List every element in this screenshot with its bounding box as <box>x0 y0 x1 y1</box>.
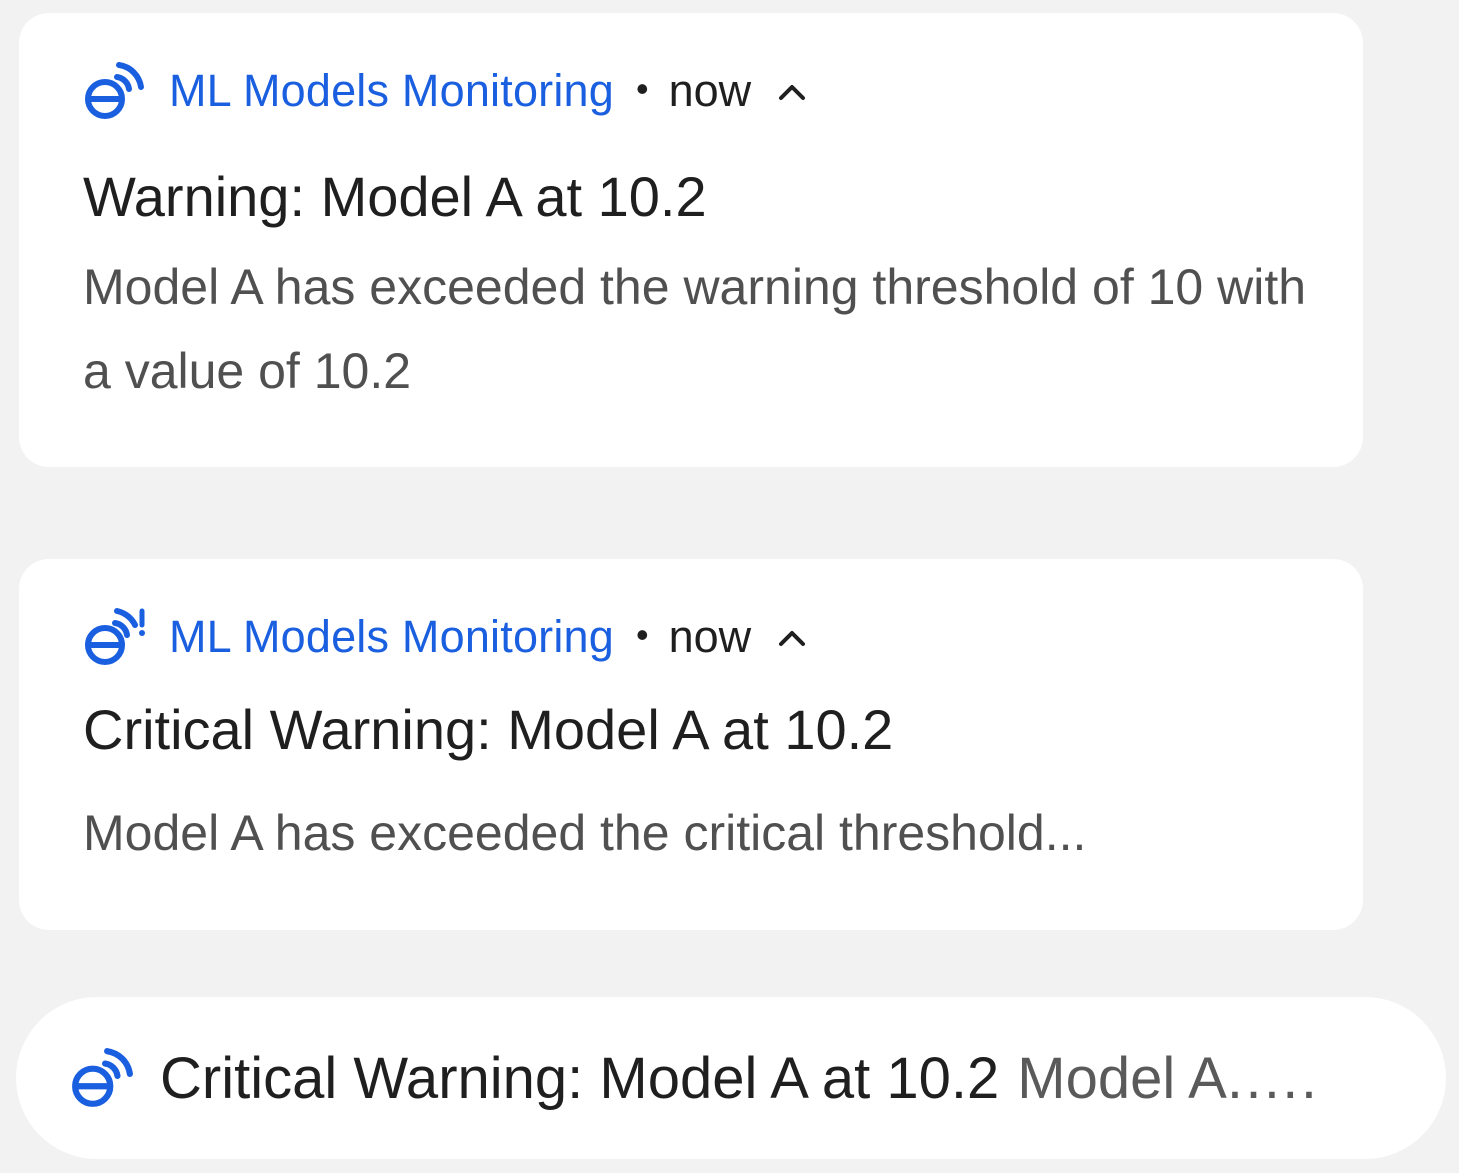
notification-body: Model A has exceeded the warning thresho… <box>83 259 1307 399</box>
monitoring-signal-icon <box>70 1047 134 1109</box>
chevron-up-icon[interactable] <box>777 77 807 107</box>
notification-card-critical[interactable]: ML Models Monitoring • now Critical Warn… <box>19 559 1363 930</box>
notification-header: ML Models Monitoring • now <box>83 607 807 667</box>
header-separator: • <box>636 614 649 655</box>
chevron-up-icon[interactable] <box>777 623 807 653</box>
monitoring-signal-icon <box>83 61 145 121</box>
notification-time: now <box>668 611 752 662</box>
collapsed-notification[interactable]: Critical Warning: Model A at 10.2 Model … <box>16 997 1446 1159</box>
notification-title: Critical Warning: Model A at 10.2 <box>83 698 894 761</box>
collapsed-notification-body: Model A.…. <box>1017 1045 1318 1111</box>
monitoring-signal-alert-icon <box>83 607 145 667</box>
notification-card-warning[interactable]: ML Models Monitoring • now Warning: Mode… <box>19 13 1363 467</box>
notification-time: now <box>668 65 752 116</box>
app-name: ML Models Monitoring <box>169 65 615 116</box>
app-name: ML Models Monitoring <box>169 611 615 662</box>
collapsed-notification-title: Critical Warning: Model A at 10.2 <box>160 1045 1000 1111</box>
notification-body: Model A has exceeded the critical thresh… <box>83 805 1087 861</box>
notification-title: Warning: Model A at 10.2 <box>83 165 707 228</box>
header-separator: • <box>636 68 649 109</box>
notification-header: ML Models Monitoring • now <box>83 61 807 121</box>
